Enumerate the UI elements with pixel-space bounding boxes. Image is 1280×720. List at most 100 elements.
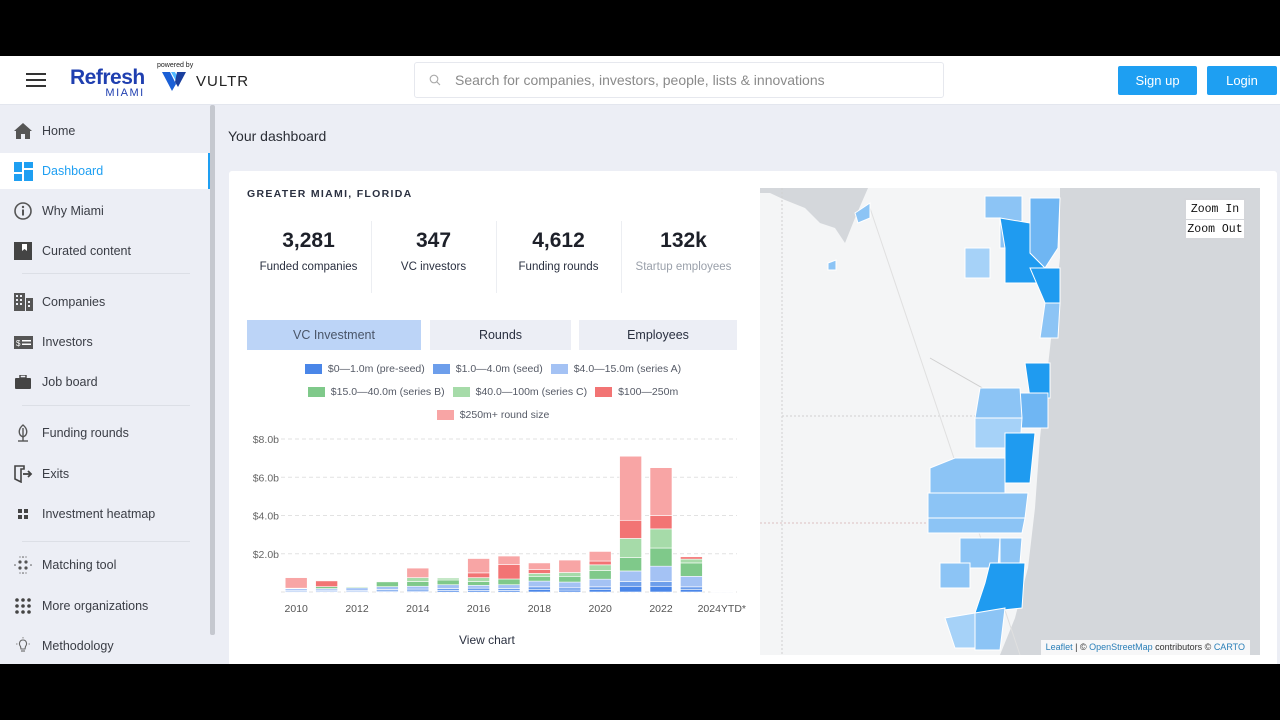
bar-segment[interactable] xyxy=(528,562,551,570)
bar-segment[interactable] xyxy=(497,555,521,565)
bar-segment[interactable] xyxy=(376,581,399,587)
bar-segment[interactable] xyxy=(588,551,612,562)
map[interactable]: Zoom In Zoom Out Leaflet | © OpenStreetM… xyxy=(760,188,1260,655)
tab-vc-investment[interactable]: VC Investment xyxy=(247,320,421,350)
bar-segment[interactable] xyxy=(680,556,703,560)
bar-segment[interactable] xyxy=(528,586,551,591)
bar-segment[interactable] xyxy=(406,567,430,578)
bar-segment[interactable] xyxy=(436,579,460,586)
legend-item[interactable]: $0—1.0m (pre-seed) xyxy=(304,359,425,380)
bar-segment[interactable] xyxy=(649,581,673,587)
bar-segment[interactable] xyxy=(467,558,490,574)
bar-segment[interactable] xyxy=(649,565,673,582)
legend-item[interactable]: $4.0—15.0m (series A) xyxy=(550,359,681,380)
legend-item[interactable]: $1.0—4.0m (seed) xyxy=(432,359,543,380)
sidebar-item-investors[interactable]: $ Investors xyxy=(0,324,208,360)
sidebar-item-matching-tool[interactable]: Matching tool xyxy=(0,547,208,583)
bar-segment[interactable] xyxy=(588,589,612,593)
bar-segment[interactable] xyxy=(467,587,490,591)
bar-segment[interactable] xyxy=(467,585,490,589)
bar-segment[interactable] xyxy=(528,589,551,593)
search-input[interactable] xyxy=(455,63,935,97)
sidebar-item-more-organizations[interactable]: More organizations xyxy=(0,588,208,624)
sidebar-item-why-miami[interactable]: Why Miami xyxy=(0,193,208,229)
bar-segment[interactable] xyxy=(345,586,369,589)
sign-up-button[interactable]: Sign up xyxy=(1118,66,1197,95)
bar-segment[interactable] xyxy=(528,576,551,582)
bar-segment[interactable] xyxy=(528,580,551,588)
bar-segment[interactable] xyxy=(588,570,612,580)
bar-segment[interactable] xyxy=(680,586,703,591)
bar-segment[interactable] xyxy=(649,515,673,530)
sidebar-item-home[interactable]: Home xyxy=(0,113,208,149)
bar-segment[interactable] xyxy=(467,572,490,578)
menu-icon[interactable] xyxy=(26,73,46,88)
bar-segment[interactable] xyxy=(710,590,734,592)
leaflet-link[interactable]: Leaflet xyxy=(1046,642,1073,652)
bar-segment[interactable] xyxy=(619,581,642,587)
bar-segment[interactable] xyxy=(528,573,551,577)
tab-employees[interactable]: Employees xyxy=(579,320,737,350)
sidebar-item-methodology[interactable]: Methodology xyxy=(0,628,208,664)
bar-segment[interactable] xyxy=(649,467,673,516)
bar-segment[interactable] xyxy=(588,578,612,588)
legend-item[interactable]: $100—250m xyxy=(595,382,678,403)
carto-link[interactable]: CARTO xyxy=(1214,642,1245,652)
bar-segment[interactable] xyxy=(588,564,612,571)
tab-rounds[interactable]: Rounds xyxy=(430,320,571,350)
bar-segment[interactable] xyxy=(619,455,642,521)
bar-segment[interactable] xyxy=(528,569,551,574)
stat-funded-companies[interactable]: 3,281 Funded companies xyxy=(246,219,371,294)
bar-segment[interactable] xyxy=(588,560,612,566)
bar-segment[interactable] xyxy=(680,589,703,593)
bar-segment[interactable] xyxy=(558,559,582,573)
bar-segment[interactable] xyxy=(619,519,642,539)
bar-segment[interactable] xyxy=(406,581,430,587)
sidebar-item-exits[interactable]: Exits xyxy=(0,456,208,492)
search-bar[interactable] xyxy=(414,62,944,98)
bar-segment[interactable] xyxy=(588,586,612,591)
bar-segment[interactable] xyxy=(649,585,673,593)
login-button[interactable]: Login xyxy=(1207,66,1277,95)
bar-segment[interactable] xyxy=(680,576,703,588)
legend-item[interactable]: $15.0—40.0m (series B) xyxy=(307,382,445,403)
bar-segment[interactable] xyxy=(680,558,703,564)
sidebar-item-investment-heatmap[interactable]: Investment heatmap xyxy=(0,496,208,532)
bar-segment[interactable] xyxy=(649,528,673,549)
legend-item[interactable]: $40.0—100m (series C) xyxy=(452,382,587,403)
bar-segment[interactable] xyxy=(649,547,673,567)
openstreetmap-link[interactable]: OpenStreetMap xyxy=(1089,642,1153,652)
bar-segment[interactable] xyxy=(619,557,642,572)
bar-segment[interactable] xyxy=(406,577,430,582)
bar-segment[interactable] xyxy=(497,564,521,580)
sidebar-item-companies[interactable]: Companies xyxy=(0,284,208,320)
bar-segment[interactable] xyxy=(558,587,582,591)
sidebar-item-job-board[interactable]: Job board xyxy=(0,364,208,400)
bar-segment[interactable] xyxy=(467,581,490,586)
bar-segment[interactable] xyxy=(284,577,308,589)
zoom-out-button[interactable]: Zoom Out xyxy=(1186,219,1244,238)
bar-segment[interactable] xyxy=(558,581,582,589)
bar-segment[interactable] xyxy=(558,572,582,577)
bar-segment[interactable] xyxy=(376,586,399,590)
sidebar-item-dashboard[interactable]: Dashboard xyxy=(0,153,212,189)
stat-vc-investors[interactable]: 347 VC investors xyxy=(371,219,496,294)
bar-segment[interactable] xyxy=(497,584,521,589)
refresh-miami-logo[interactable]: Refresh MIAMI xyxy=(70,67,145,99)
bar-segment[interactable] xyxy=(619,538,642,558)
stat-startup-employees[interactable]: 132k Startup employees xyxy=(621,219,746,294)
bar-segment[interactable] xyxy=(680,562,703,577)
bar-segment[interactable] xyxy=(436,577,460,581)
bar-segment[interactable] xyxy=(619,570,642,582)
view-chart-link[interactable]: View chart xyxy=(459,633,515,647)
sidebar-scrollbar[interactable] xyxy=(210,105,215,635)
bar-segment[interactable] xyxy=(315,580,338,587)
stat-funding-rounds[interactable]: 4,612 Funding rounds xyxy=(496,219,621,294)
bar-segment[interactable] xyxy=(345,587,369,591)
sidebar-item-funding-rounds[interactable]: Funding rounds xyxy=(0,415,208,451)
bar-segment[interactable] xyxy=(497,578,521,586)
zoom-in-button[interactable]: Zoom In xyxy=(1186,200,1244,219)
map-tiles[interactable] xyxy=(760,188,1260,655)
bar-segment[interactable] xyxy=(436,584,460,589)
bar-segment[interactable] xyxy=(406,585,430,590)
